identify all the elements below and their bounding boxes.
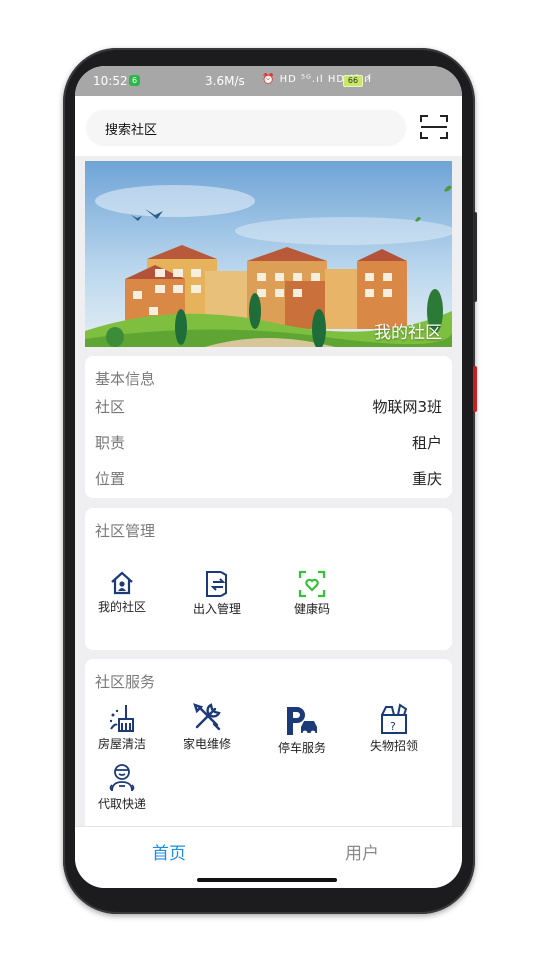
tile-health-code[interactable]: 健康码 — [277, 570, 347, 617]
info-label-location: 位置 — [95, 470, 126, 488]
parking-icon — [287, 707, 317, 736]
info-value-role: 租户 — [411, 434, 442, 452]
tile-house-cleaning[interactable]: 房屋清洁 — [87, 703, 157, 752]
tile-label-access-management: 出入管理 — [192, 602, 241, 616]
tile-my-community[interactable]: 我的社区 — [87, 570, 157, 615]
tile-lost-found[interactable]: ? 失物招领 — [359, 703, 429, 754]
health-code-icon — [298, 570, 326, 598]
tab-user[interactable]: 用户 — [345, 839, 379, 864]
header: 搜索社区 — [75, 96, 462, 156]
tile-label-parking: 停车服务 — [277, 741, 326, 755]
tile-courier-pickup[interactable]: 代取快递 — [87, 763, 157, 812]
status-time: 10:52 — [93, 74, 128, 88]
tile-label-health-code: 健康码 — [293, 602, 330, 616]
management-title: 社区管理 — [95, 522, 156, 540]
tile-access-management[interactable]: 出入管理 — [182, 570, 252, 617]
status-bar: 10:52 6 3.6M/s ⏰ HD ⁵ᴳ.ıl HD ⁴ᴳ.ıl 66 ⚡ — [75, 66, 462, 96]
search-input[interactable]: 搜索社区 — [87, 110, 405, 144]
volume-button — [473, 212, 477, 302]
home-indicator[interactable] — [197, 878, 337, 882]
lost-found-icon: ? — [381, 703, 408, 734]
info-label-community: 社区 — [95, 398, 126, 416]
app-screen: 10:52 6 3.6M/s ⏰ HD ⁵ᴳ.ıl HD ⁴ᴳ.ıl 66 ⚡ … — [75, 66, 462, 888]
tile-label-my-community: 我的社区 — [97, 600, 146, 614]
basic-info-card: 基本信息 社区 物联网3班 职责 租户 位置 重庆 — [85, 356, 452, 498]
services-card: 社区服务 房屋清洁 家电维修 停车服务 ? 失物招领 代取快递 — [85, 659, 452, 834]
tab-home[interactable]: 首页 — [152, 839, 186, 864]
tile-parking[interactable]: 停车服务 — [267, 705, 337, 756]
scan-icon[interactable] — [419, 113, 449, 141]
info-label-role: 职责 — [95, 434, 126, 452]
management-card: 社区管理 我的社区 出入管理 健康码 — [85, 508, 452, 650]
charging-icon: ⚡ — [365, 73, 373, 84]
battery-icon: 66 — [343, 75, 363, 87]
banner-label: 我的社区 — [374, 323, 442, 343]
info-value-location: 重庆 — [411, 470, 442, 488]
house-person-icon — [111, 571, 133, 595]
tile-label-house-cleaning: 房屋清洁 — [97, 737, 146, 751]
courier-icon — [109, 764, 135, 792]
notification-badge: 6 — [129, 75, 140, 86]
tools-icon — [193, 703, 221, 731]
community-banner[interactable]: 我的社区 — [85, 161, 452, 347]
svg-text:?: ? — [390, 720, 396, 733]
tile-label-courier-pickup: 代取快递 — [97, 797, 146, 811]
tile-appliance-repair[interactable]: 家电维修 — [172, 701, 242, 752]
tile-label-appliance-repair: 家电维修 — [182, 737, 231, 751]
broom-icon — [109, 705, 134, 732]
search-placeholder: 搜索社区 — [105, 123, 158, 138]
services-title: 社区服务 — [95, 673, 156, 691]
power-button — [473, 366, 477, 412]
info-value-community: 物联网3班 — [372, 398, 442, 416]
door-exit-icon — [206, 571, 227, 597]
basic-info-title: 基本信息 — [95, 370, 156, 388]
tile-label-lost-found: 失物招领 — [369, 739, 418, 753]
network-speed: 3.6M/s — [205, 74, 245, 88]
